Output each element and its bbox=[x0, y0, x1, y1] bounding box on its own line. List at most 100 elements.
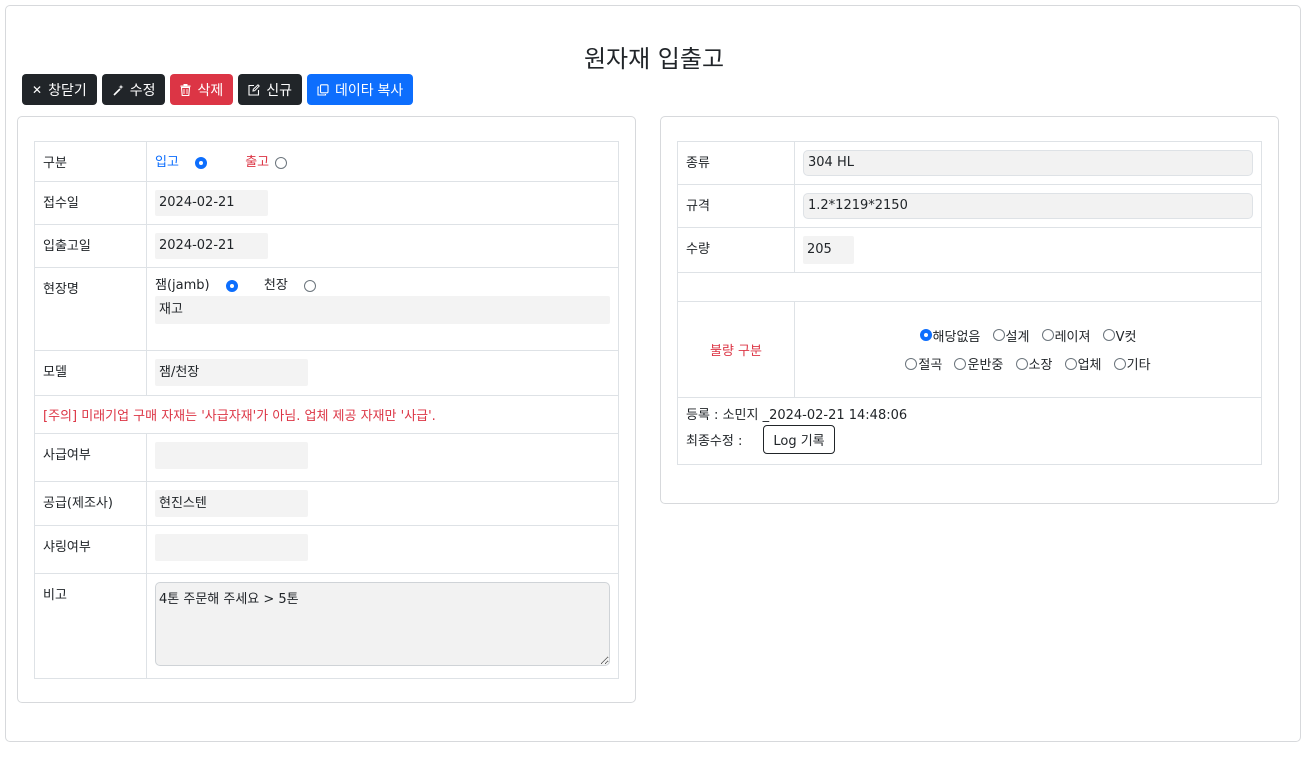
defect-options-row2: 절곡 운반중 소장 업체 기타 bbox=[795, 354, 1261, 374]
kind-label: 종류 bbox=[677, 141, 795, 185]
delete-button-label: 삭제 bbox=[197, 81, 224, 98]
site-cell: 잼(jamb) 천장 재고 bbox=[146, 267, 619, 351]
type-out-radio[interactable] bbox=[275, 156, 288, 169]
type-in-label: 입고 bbox=[155, 155, 179, 170]
defect-laser-label: 레이져 bbox=[1054, 329, 1091, 345]
type-field: 입고 출고 bbox=[146, 141, 619, 182]
site-ceiling-label: 천장 bbox=[263, 278, 288, 293]
qty-label: 수량 bbox=[677, 227, 795, 273]
close-icon: ✕ bbox=[32, 82, 43, 97]
defect-option-vendor[interactable]: 업체 bbox=[1064, 354, 1102, 373]
spec-cell: 1.2*1219*2150 bbox=[794, 184, 1262, 228]
material-spec-table: 종류 304 HL 규격 1.2*1219*2150 수량 205 불량 구분 … bbox=[677, 141, 1262, 465]
remark-cell: 4톤 주문해 주세요 > 5톤 bbox=[146, 573, 619, 679]
site-label: 현장명 bbox=[34, 267, 147, 351]
defect-site-manager-label: 소장 bbox=[1028, 358, 1053, 373]
qty-cell: 205 bbox=[794, 227, 1262, 273]
defect-type-options: 해당없음 설계 레이져 V컷 절곡 운반중 소장 업체 기타 bbox=[794, 301, 1262, 398]
material-spec-card: 종류 304 HL 규격 1.2*1219*2150 수량 205 불량 구분 … bbox=[660, 116, 1279, 504]
defect-bending-radio[interactable] bbox=[905, 357, 918, 370]
supplied-input[interactable] bbox=[155, 442, 308, 469]
defect-design-label: 설계 bbox=[1005, 329, 1030, 345]
new-button[interactable]: 신규 bbox=[238, 74, 302, 105]
new-button-label: 신규 bbox=[266, 81, 292, 98]
registered-info: 등록 : 소민지 _2024-02-21 14:48:06 bbox=[686, 408, 908, 423]
shearing-cell bbox=[146, 525, 619, 574]
io-date-input[interactable]: 2024-02-21 bbox=[155, 233, 268, 259]
copy-data-button-label: 데이타 복사 bbox=[335, 81, 404, 98]
shearing-input[interactable] bbox=[155, 534, 308, 561]
supplied-label: 사급여부 bbox=[34, 433, 147, 482]
remark-textarea[interactable]: 4톤 주문해 주세요 > 5톤 bbox=[155, 582, 610, 666]
model-cell: 잼/천장 bbox=[146, 350, 619, 396]
defect-option-none[interactable]: 해당없음 bbox=[919, 326, 981, 345]
site-jamb-radio[interactable] bbox=[225, 279, 238, 292]
site-type-options: 잼(jamb) 천장 bbox=[155, 276, 610, 296]
notice-text: [주의] 미래기업 구매 자재는 '사급자재'가 아님. 업체 제공 자재만 '… bbox=[34, 395, 619, 434]
magic-wand-icon bbox=[112, 84, 124, 96]
edit-button[interactable]: 수정 bbox=[101, 74, 166, 105]
close-button-label: 창닫기 bbox=[48, 81, 87, 98]
material-info-table: 구분 입고 출고 접수일 2024-02-21 입출고일 2024-02-21 … bbox=[34, 141, 619, 679]
supplier-input[interactable]: 현진스텐 bbox=[155, 490, 308, 517]
defect-none-radio[interactable] bbox=[919, 329, 932, 341]
copy-data-button[interactable]: 데이타 복사 bbox=[307, 74, 414, 105]
record-info-cell: 등록 : 소민지 _2024-02-21 14:48:06 최종수정 : Log… bbox=[677, 397, 1262, 465]
defect-option-etc[interactable]: 기타 bbox=[1113, 354, 1151, 373]
io-date-cell: 2024-02-21 bbox=[146, 224, 619, 268]
site-ceiling-radio[interactable] bbox=[303, 279, 316, 292]
defect-laser-radio[interactable] bbox=[1041, 329, 1054, 341]
toolbar: ✕ 창닫기 수정 삭제 신규 데이타 복사 bbox=[22, 74, 414, 105]
receipt-date-label: 접수일 bbox=[34, 181, 147, 225]
shearing-label: 샤링여부 bbox=[34, 525, 147, 574]
pencil-square-icon bbox=[248, 83, 261, 96]
io-date-label: 입출고일 bbox=[34, 224, 147, 268]
model-input[interactable]: 잼/천장 bbox=[155, 359, 308, 386]
type-out-label: 출고 bbox=[245, 155, 270, 170]
defect-vendor-label: 업체 bbox=[1077, 358, 1102, 373]
defect-transport-label: 운반중 bbox=[967, 358, 1004, 373]
defect-type-label: 불량 구분 bbox=[677, 301, 795, 398]
defect-transport-radio[interactable] bbox=[954, 357, 967, 370]
defect-design-radio[interactable] bbox=[992, 329, 1005, 341]
kind-input[interactable]: 304 HL bbox=[803, 150, 1253, 176]
spec-input[interactable]: 1.2*1219*2150 bbox=[803, 193, 1253, 219]
last-modified-row: 최종수정 : Log 기록 bbox=[686, 425, 1253, 454]
supplier-cell: 현진스텐 bbox=[146, 481, 619, 526]
supplied-cell bbox=[146, 433, 619, 482]
copy-icon bbox=[317, 83, 329, 96]
remark-label: 비고 bbox=[34, 573, 147, 679]
defect-vcut-radio[interactable] bbox=[1102, 329, 1115, 341]
page-title: 원자재 입출고 bbox=[583, 45, 725, 73]
close-button[interactable]: ✕ 창닫기 bbox=[22, 74, 97, 105]
receipt-date-input[interactable]: 2024-02-21 bbox=[155, 190, 268, 216]
spec-label: 규격 bbox=[677, 184, 795, 228]
qty-input[interactable]: 205 bbox=[803, 236, 854, 264]
trash-icon bbox=[180, 83, 191, 96]
defect-option-site-manager[interactable]: 소장 bbox=[1015, 354, 1053, 373]
empty-row bbox=[677, 272, 1262, 302]
defect-etc-radio[interactable] bbox=[1113, 357, 1126, 370]
delete-button[interactable]: 삭제 bbox=[170, 74, 234, 105]
kind-cell: 304 HL bbox=[794, 141, 1262, 185]
defect-option-transport[interactable]: 운반중 bbox=[954, 354, 1003, 373]
defect-options-row1: 해당없음 설계 레이져 V컷 bbox=[795, 326, 1261, 346]
defect-option-design[interactable]: 설계 bbox=[992, 326, 1030, 345]
defect-none-label: 해당없음 bbox=[932, 329, 981, 345]
defect-option-laser[interactable]: 레이져 bbox=[1041, 326, 1091, 345]
model-label: 모델 bbox=[34, 350, 147, 396]
site-name-input[interactable]: 재고 bbox=[155, 296, 610, 324]
supplier-label: 공급(제조사) bbox=[34, 481, 147, 526]
defect-bending-label: 절곡 bbox=[918, 358, 943, 373]
defect-vcut-label: V컷 bbox=[1115, 329, 1137, 345]
defect-vendor-radio[interactable] bbox=[1064, 357, 1077, 370]
defect-option-bending[interactable]: 절곡 bbox=[905, 354, 942, 373]
log-record-button[interactable]: Log 기록 bbox=[763, 425, 835, 454]
type-in-radio[interactable] bbox=[195, 156, 208, 169]
receipt-date-cell: 2024-02-21 bbox=[146, 181, 619, 225]
defect-option-vcut[interactable]: V컷 bbox=[1102, 326, 1137, 345]
defect-site-manager-radio[interactable] bbox=[1015, 357, 1028, 370]
edit-button-label: 수정 bbox=[129, 81, 156, 98]
material-info-card: 구분 입고 출고 접수일 2024-02-21 입출고일 2024-02-21 … bbox=[17, 116, 636, 703]
site-jamb-label: 잼(jamb) bbox=[155, 278, 210, 293]
